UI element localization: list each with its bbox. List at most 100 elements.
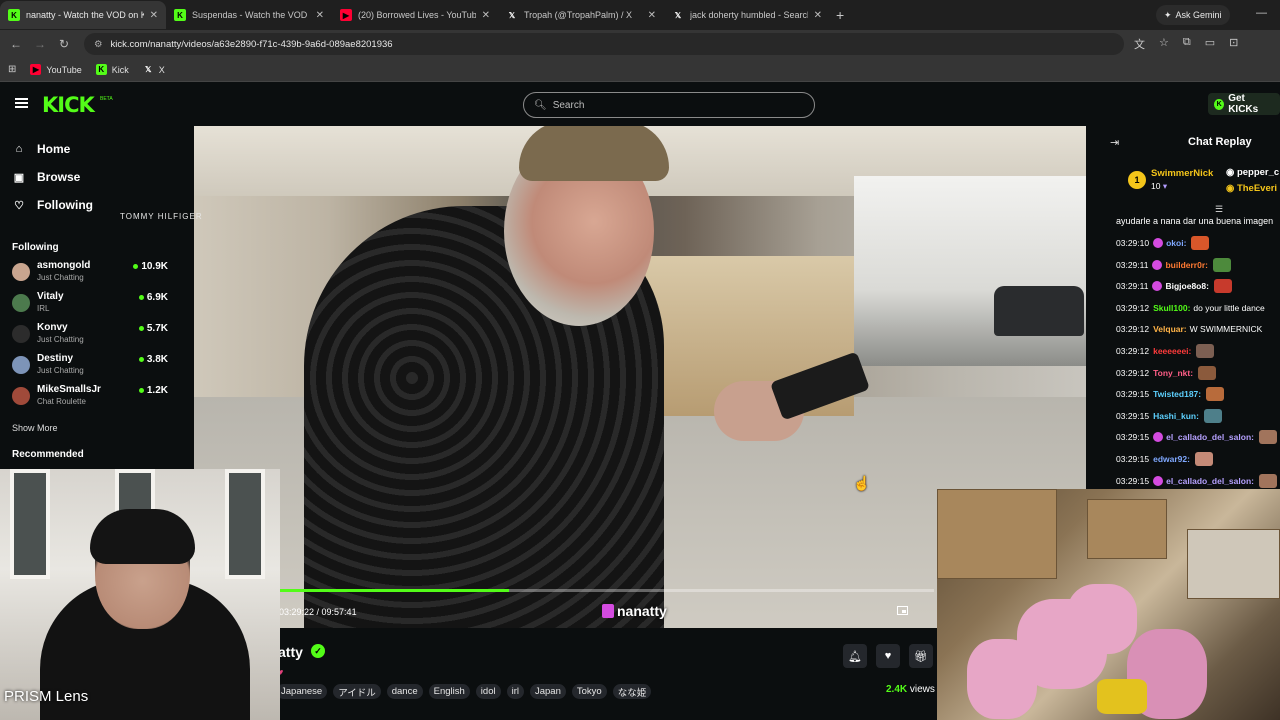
chat-username[interactable]: Tony_nkt: bbox=[1153, 368, 1193, 378]
cast-icon[interactable]: ⊡ bbox=[1229, 36, 1238, 52]
followed-channel[interactable]: Vitaly IRL 6.9K bbox=[12, 291, 170, 317]
stream-info bbox=[194, 628, 938, 720]
video-frame bbox=[994, 286, 1084, 336]
bookmark-youtube[interactable]: ▶ YouTube bbox=[30, 64, 82, 75]
close-icon[interactable]: ✕ bbox=[150, 10, 158, 21]
close-icon[interactable]: ✕ bbox=[482, 10, 490, 21]
browser-tab[interactable]: 𝕏 Tropah (@TropahPalm) / X ✕ bbox=[498, 1, 664, 29]
channel-name: Vitaly bbox=[37, 291, 64, 302]
forward-icon[interactable]: → bbox=[28, 37, 52, 51]
emote-icon bbox=[1206, 387, 1225, 402]
viewer-count-value: 3.8K bbox=[146, 354, 168, 365]
seek-progress bbox=[280, 589, 509, 592]
browser-tab[interactable]: ▶ (20) Borrowed Lives - YouTube ✕ bbox=[332, 1, 498, 29]
followed-channel[interactable]: Destiny Just Chatting 3.8K bbox=[12, 353, 170, 379]
chat-username[interactable]: el_callado_del_salon: bbox=[1166, 432, 1254, 442]
home-icon: ⌂ bbox=[15, 143, 23, 155]
url-input[interactable]: ⚙ kick.com/nanatty/videos/a63e2890-f71c-… bbox=[84, 33, 1124, 55]
sidepanel-icon[interactable]: ▭ bbox=[1205, 36, 1215, 52]
message-timestamp: 03:29:15 bbox=[1116, 389, 1150, 400]
notification-bell-button[interactable]: 🔔︎ bbox=[843, 644, 867, 668]
subscriber-badge-icon bbox=[1153, 238, 1164, 248]
menu-icon[interactable] bbox=[15, 98, 28, 108]
chat-username[interactable]: Velquar: bbox=[1153, 324, 1187, 334]
subscriber-badge-icon bbox=[1152, 259, 1163, 270]
reload-icon[interactable]: ↻ bbox=[52, 37, 76, 51]
browser-tab[interactable]: Knanatty - Watch the VOD on Ki ✕ bbox=[0, 1, 166, 29]
sidebar-item-home[interactable]: ⌂ Home bbox=[13, 142, 71, 156]
translate-icon[interactable]: 文 bbox=[1134, 36, 1145, 52]
followed-channel[interactable]: Konvy Just Chatting 5.7K bbox=[12, 322, 170, 348]
x-icon: 𝕏 bbox=[674, 10, 682, 20]
filter-icon[interactable]: ☰ bbox=[1215, 204, 1223, 215]
minimize-icon[interactable]: — bbox=[1256, 7, 1267, 19]
bookmark-x[interactable]: 𝕏X bbox=[143, 64, 165, 75]
gifter-name[interactable]: ◉ pepper_c bbox=[1226, 167, 1279, 178]
tag-list: Japanese アイドル dance English idol irl Japan Toky… bbox=[276, 684, 652, 699]
sidebar-item-browse[interactable]: ▣ Browse bbox=[13, 170, 81, 184]
chat-username[interactable]: keeeeeei: bbox=[1153, 346, 1191, 356]
kick-icon bbox=[602, 604, 614, 618]
channel-name: Destiny bbox=[37, 353, 74, 364]
site-info-icon[interactable]: ⚙ bbox=[94, 39, 103, 50]
new-tab-button[interactable]: + bbox=[836, 7, 844, 23]
chat-username[interactable]: edwar92: bbox=[1153, 454, 1190, 464]
browser-tab[interactable]: K Suspendas - Watch the VOD on ✕ bbox=[166, 1, 332, 29]
show-more-button[interactable]: Show More bbox=[12, 423, 58, 433]
emote-icon bbox=[1198, 365, 1217, 380]
browse-icon: ▣ bbox=[13, 171, 25, 184]
tag-chip[interactable]: アイドル bbox=[333, 684, 381, 699]
close-icon[interactable]: ✕ bbox=[648, 10, 656, 21]
collapse-chat-icon[interactable]: ⇥ bbox=[1110, 136, 1119, 149]
tag-chip[interactable]: なな姫 bbox=[612, 684, 652, 699]
yellow-bag bbox=[1097, 679, 1147, 714]
sidebar-item-following[interactable]: ♡ Following bbox=[13, 198, 93, 212]
view-count-value: 2.4K bbox=[886, 684, 908, 695]
chat-username[interactable]: Skull100: bbox=[1153, 303, 1190, 313]
chat-username[interactable]: el_callado_del_salon: bbox=[1166, 476, 1254, 486]
pip-icon[interactable] bbox=[897, 606, 908, 615]
tag-chip[interactable]: dance bbox=[386, 684, 423, 699]
close-icon[interactable]: ✕ bbox=[316, 10, 324, 21]
rank-badge: 1 bbox=[1128, 171, 1146, 189]
bookmark-label: YouTube bbox=[46, 64, 82, 75]
chat-username[interactable]: builderr0r: bbox=[1165, 260, 1208, 270]
streamer-name[interactable]: atty bbox=[278, 644, 303, 660]
bookmark-kick[interactable]: K Kick bbox=[95, 64, 129, 75]
youtube-icon: ▶ bbox=[340, 9, 352, 21]
gifter-name[interactable]: ◉ TheEveri bbox=[1226, 183, 1277, 194]
close-icon[interactable]: ✕ bbox=[814, 10, 822, 21]
kick-logo[interactable]: KICK bbox=[42, 93, 95, 117]
gift-sub-button[interactable]: 🎁︎ bbox=[909, 644, 933, 668]
live-dot-icon bbox=[138, 388, 144, 393]
apps-icon[interactable]: ⊞ bbox=[8, 64, 16, 75]
x-icon: 𝕏 bbox=[508, 10, 516, 20]
browser-tab[interactable]: 𝕏jack doherty humbled - Search ✕ bbox=[664, 1, 830, 29]
followed-channel[interactable]: asmongold Just Chatting 10.9K bbox=[12, 260, 170, 286]
tag-chip[interactable]: Tokyo bbox=[571, 684, 607, 699]
tag-chip[interactable]: Japanese bbox=[276, 684, 328, 699]
tag-chip[interactable]: English bbox=[428, 684, 470, 699]
ask-gemini-button[interactable]: ✦ Ask Gemini bbox=[1156, 5, 1230, 25]
video-seek-bar[interactable] bbox=[280, 589, 934, 592]
follow-heart-button[interactable]: ♥ bbox=[876, 644, 900, 668]
chat-username[interactable]: Bigjoe8o8: bbox=[1165, 281, 1208, 291]
chat-message: 03:29:12 keeeeeei: bbox=[1116, 344, 1215, 358]
extensions-icon[interactable]: ⧉ bbox=[1183, 36, 1191, 52]
gifter-name[interactable]: SwimmerNick bbox=[1151, 168, 1213, 179]
followed-channel[interactable]: MikeSmallsJr Chat Roulette 1.2K bbox=[12, 384, 170, 410]
back-icon[interactable]: ← bbox=[4, 37, 28, 51]
viewer-count-value: 10.9K bbox=[141, 261, 168, 272]
tag-chip[interactable]: irl bbox=[506, 684, 524, 699]
tag-chip[interactable]: idol bbox=[475, 684, 501, 699]
following-section-title: Following bbox=[12, 242, 59, 253]
tag-chip[interactable]: Japan bbox=[529, 684, 566, 699]
chat-username[interactable]: Twisted187: bbox=[1153, 389, 1201, 399]
get-kicks-button[interactable]: K Get KICKs bbox=[1208, 93, 1280, 115]
bookmark-star-icon[interactable]: ☆ bbox=[1159, 36, 1169, 52]
shirt-brand: TOMMY HILFIGER bbox=[120, 212, 203, 221]
message-timestamp: 03:29:12 bbox=[1116, 346, 1150, 356]
chat-username[interactable]: okoi: bbox=[1166, 238, 1186, 248]
search-input[interactable]: 🔍︎ Search bbox=[523, 92, 815, 118]
chat-username[interactable]: Hashi_kun: bbox=[1153, 411, 1199, 421]
